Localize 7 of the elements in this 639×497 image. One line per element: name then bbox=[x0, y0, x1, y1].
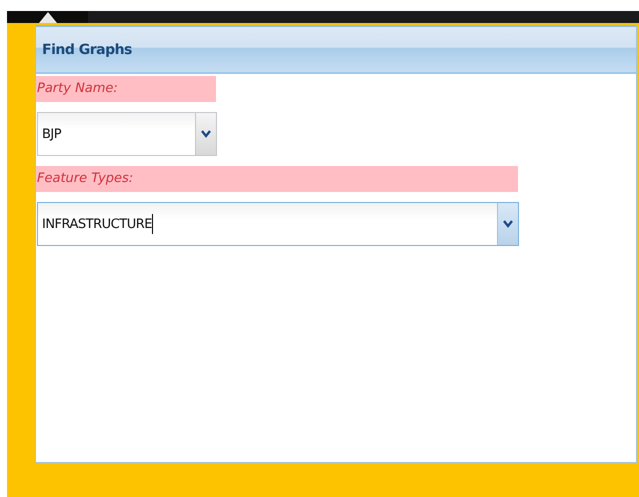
chevron-down-icon bbox=[201, 130, 211, 138]
field-label: Feature Types: bbox=[36, 166, 518, 192]
dropdown-field[interactable]: INFRASTRUCTURE bbox=[37, 202, 519, 246]
dropdown-field[interactable]: BJP bbox=[37, 112, 217, 156]
chevron-down-icon bbox=[503, 220, 513, 228]
panel-title: Find Graphs bbox=[42, 42, 132, 58]
field-label: Party Name: bbox=[36, 76, 216, 102]
